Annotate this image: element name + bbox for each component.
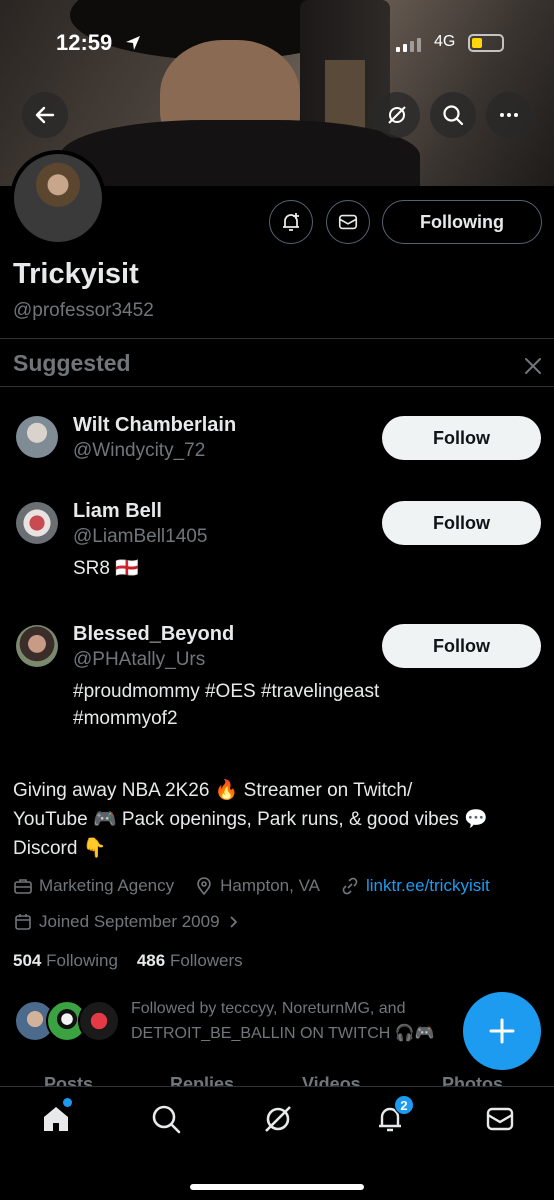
bottom-nav: 2 [0,1086,554,1200]
follow-button[interactable]: Follow [382,501,541,545]
bio-line: Discord 👇 [13,838,107,859]
unread-dot [63,1098,72,1107]
location-arrow-icon [126,36,140,50]
profile-tabs: Posts Replies Videos Photos [0,1074,554,1086]
briefcase-icon [14,879,32,894]
avatar[interactable] [16,416,58,458]
banner-shirt [60,120,420,186]
bell-plus-icon [283,213,299,231]
avatar[interactable] [16,625,58,667]
nav-grok[interactable] [260,1101,296,1137]
search-icon [443,105,464,126]
bio-line: Giving away NBA 2K26 🔥 Streamer on Twitc… [13,780,413,801]
nav-search[interactable] [148,1101,184,1137]
profile-category: Marketing Agency [39,876,175,895]
home-indicator [190,1184,364,1190]
grok-icon [388,106,406,124]
mail-icon [486,1107,514,1131]
avatar [78,1000,120,1042]
suggested-user-handle: @LiamBell1405 [73,526,208,547]
link-icon [342,877,358,895]
joined-date: Joined September 2009 [39,912,220,931]
tab-replies[interactable]: Replies [170,1074,234,1086]
back-button[interactable] [22,92,68,138]
location-pin-icon [197,877,211,896]
suggested-user-name[interactable]: Blessed_Beyond [73,623,234,646]
plus-icon [489,1018,515,1044]
following-count-link[interactable]: 504 Following [13,951,118,970]
chevron-right-icon [229,916,237,928]
suggested-user-handle: @PHAtally_Urs [73,649,206,670]
more-icon [500,113,518,117]
divider [0,386,554,387]
profile-handle: @professor3452 [13,300,154,321]
followers-count-link[interactable]: 486 Followers [137,951,243,970]
follow-button[interactable]: Follow [382,416,541,460]
bio-line: YouTube 🎮 Pack openings, Park runs, & go… [13,809,488,830]
search-icon [152,1105,181,1134]
grok-icon [265,1106,291,1132]
more-button[interactable] [486,92,532,138]
following-button[interactable]: Following [382,200,542,244]
suggested-title: Suggested [13,350,131,376]
signal-icon [396,38,421,52]
display-name: Trickyisit [13,258,139,290]
profile-link[interactable]: linktr.ee/trickyisit [366,876,490,896]
calendar-icon [15,914,31,930]
tab-videos[interactable]: Videos [302,1074,361,1086]
suggested-user-name[interactable]: Liam Bell [73,500,162,523]
profile-avatar[interactable] [10,150,106,246]
tab-posts[interactable]: Posts [44,1074,93,1086]
mail-icon [338,214,358,230]
home-icon [44,1107,68,1131]
joined-row[interactable]: Joined September 2009 [13,912,240,932]
arrow-left-icon [35,106,55,124]
suggested-user-handle: @Windycity_72 [73,440,206,461]
compose-button[interactable] [463,992,541,1070]
profile-location: Hampton, VA [220,876,320,895]
nav-notifications[interactable]: 2 [372,1095,414,1137]
search-button[interactable] [430,92,476,138]
profile-meta: Marketing Agency Hampton, VA linktr.ee/t… [13,876,490,896]
followed-by-text: Followed by tecccyy, NoreturnMG, and DET… [131,1000,435,1042]
nav-messages[interactable] [482,1101,518,1137]
network-type: 4G [434,33,456,50]
suggested-user-bio: #proudmommy #OES #travelingeast [73,681,380,702]
notification-badge: 2 [394,1095,414,1115]
status-time: 12:59 [56,30,113,55]
suggested-user-bio: #mommyof2 [73,708,178,729]
grok-button[interactable] [374,92,420,138]
profile-bio: Giving away NBA 2K26 🔥 Streamer on Twitc… [13,776,543,863]
status-bar: 12:59 4G [0,30,554,56]
nav-home[interactable] [38,1098,74,1137]
battery-icon [468,34,504,52]
notify-button[interactable] [269,200,313,244]
tab-photos[interactable]: Photos [442,1074,503,1086]
suggested-user-name[interactable]: Wilt Chamberlain [73,414,236,437]
follow-counts: 504 Following 486 Followers [13,951,243,971]
message-button[interactable] [326,200,370,244]
follow-button[interactable]: Follow [382,624,541,668]
avatar[interactable] [16,502,58,544]
suggested-user-bio: SR8 🏴󠁧󠁢󠁥󠁮󠁧󠁿 [73,558,139,579]
divider [0,338,554,339]
close-icon[interactable] [521,354,545,378]
